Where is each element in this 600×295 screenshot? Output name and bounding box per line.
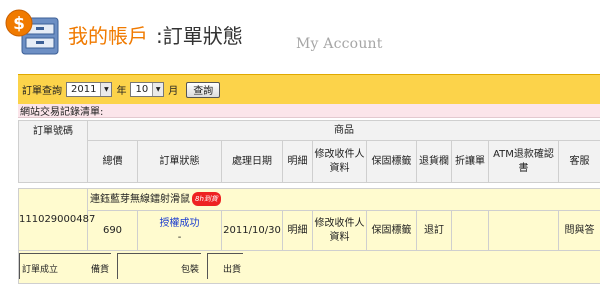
page-title-english: My Account bbox=[296, 36, 383, 52]
progress-row: 訂單成立 備貨 包裝 出貨 bbox=[17, 250, 600, 284]
cancel-order-link[interactable]: 退訂 bbox=[416, 210, 452, 251]
chevron-down-icon[interactable]: ▼ bbox=[100, 83, 112, 96]
svg-text:$: $ bbox=[13, 14, 25, 34]
order-status-sub: - bbox=[177, 231, 182, 243]
chevron-down-icon[interactable]: ▼ bbox=[152, 83, 164, 96]
col-product: 商品 bbox=[86, 120, 600, 141]
order-row: 690 授權成功 - 2011/10/30 明細 修改收件人資料 保固標籤 退訂… bbox=[18, 210, 600, 251]
col-atm-refund: ATM退款確認書 bbox=[488, 140, 559, 183]
step-packing: 包裝 bbox=[180, 265, 199, 275]
col-service: 客服 bbox=[557, 140, 600, 183]
month-unit: 月 bbox=[168, 86, 179, 97]
page-title-accent: 我的帳戶 bbox=[68, 24, 148, 48]
order-status[interactable]: 授權成功 bbox=[138, 217, 221, 231]
qa-link[interactable]: 問與答 bbox=[557, 210, 600, 251]
col-total: 總價 bbox=[87, 140, 138, 183]
col-date: 處理日期 bbox=[221, 140, 283, 183]
edit-recipient-link[interactable]: 修改收件人資料 bbox=[312, 210, 367, 251]
order-total: 690 bbox=[87, 210, 138, 251]
progress-step: 訂單成立 備貨 bbox=[19, 253, 111, 279]
product-name-cell: 連鈺藍芽無線鐳射滑鼠 8h到貨 bbox=[86, 188, 600, 211]
orders-table: 訂單號碼 商品 總價 訂單狀態 處理日期 明細 修改收件人資料 保固標籤 退貨欄… bbox=[17, 120, 600, 284]
col-warranty: 保固標籤 bbox=[366, 140, 417, 183]
month-select[interactable]: 10 ▼ bbox=[130, 82, 165, 97]
product-name[interactable]: 連鈺藍芽無線鐳射滑鼠 bbox=[90, 194, 190, 205]
progress-step: 出貨 bbox=[207, 253, 243, 279]
col-order-number: 訂單號碼 bbox=[18, 120, 88, 183]
col-return: 退貨欄 bbox=[416, 140, 452, 183]
order-number: 111029000487 bbox=[18, 188, 95, 251]
order-date: 2011/10/30 bbox=[221, 210, 283, 251]
transaction-list-title: 網站交易記錄清單: bbox=[18, 104, 600, 118]
month-value: 10 bbox=[135, 84, 149, 95]
detail-link[interactable]: 明細 bbox=[282, 210, 313, 251]
progress-step: 包裝 bbox=[117, 253, 201, 279]
account-logo-icon: $ bbox=[5, 9, 59, 55]
product-row: 111029000487 連鈺藍芽無線鐳射滑鼠 8h到貨 bbox=[18, 188, 600, 251]
order-query-bar: 訂單查詢 2011 ▼ 年 10 ▼ 月 查詢 bbox=[18, 74, 600, 104]
order-status-cell: 授權成功 - bbox=[137, 210, 222, 251]
page-title: :訂單狀態 bbox=[156, 24, 243, 48]
year-value: 2011 bbox=[71, 84, 97, 95]
allowance-cell bbox=[451, 210, 489, 251]
step-stocking: 備貨 bbox=[90, 265, 109, 275]
order-progress: 訂單成立 備貨 包裝 出貨 bbox=[19, 251, 600, 283]
step-shipped: 出貨 bbox=[222, 265, 241, 275]
year-unit: 年 bbox=[116, 86, 127, 97]
warranty-link[interactable]: 保固標籤 bbox=[366, 210, 417, 251]
col-edit-recipient: 修改收件人資料 bbox=[312, 140, 367, 183]
col-allowance: 折讓單 bbox=[451, 140, 489, 183]
page-header: $ 我的帳戶 :訂單狀態 My Account bbox=[0, 0, 600, 62]
progress-cell: 訂單成立 備貨 包裝 出貨 bbox=[17, 250, 600, 284]
col-detail: 明細 bbox=[282, 140, 313, 183]
query-label: 訂單查詢 bbox=[22, 86, 62, 97]
query-button[interactable]: 查詢 bbox=[186, 81, 221, 98]
col-status: 訂單狀態 bbox=[137, 140, 222, 183]
atm-refund-cell bbox=[488, 210, 559, 251]
delivery-badge: 8h到貨 bbox=[192, 192, 221, 206]
step-order-placed: 訂單成立 bbox=[22, 265, 59, 275]
year-select[interactable]: 2011 ▼ bbox=[66, 82, 113, 97]
